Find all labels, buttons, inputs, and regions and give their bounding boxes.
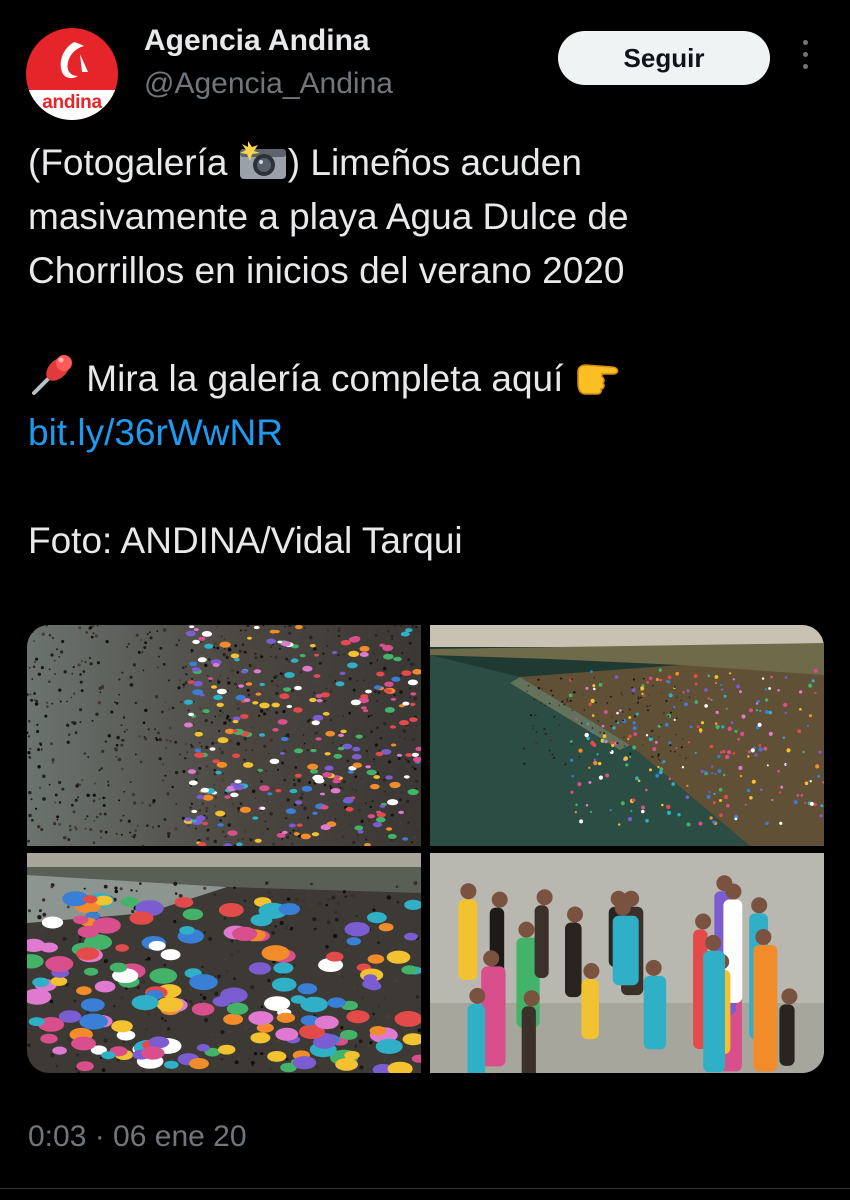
photo-umbrellas[interactable] xyxy=(27,853,421,1073)
pushpin-icon xyxy=(32,355,72,395)
photo-people-water[interactable] xyxy=(430,853,824,1073)
avatar-logo-text: andina xyxy=(42,92,102,113)
follow-button[interactable]: Seguir xyxy=(558,31,770,85)
tweet-line-3: Chorrillos en inicios del verano 2020 xyxy=(28,250,625,291)
tweet-line-1-prefix: (Fotogalería xyxy=(28,142,238,183)
tweet-line-1-suffix: ) Limeños acuden xyxy=(287,142,582,183)
tweet-timestamp[interactable]: 0:03 · 06 ene 20 xyxy=(28,1120,247,1154)
photo-beach-crowd[interactable] xyxy=(27,625,421,846)
avatar[interactable]: andina xyxy=(26,28,118,120)
tweet-line-4: Mira la galería completa aquí xyxy=(28,352,828,406)
coastline-beach-photo-icon xyxy=(430,625,824,846)
people-in-water-photo-icon xyxy=(430,853,824,1073)
display-name[interactable]: Agencia Andina xyxy=(144,24,370,58)
photo-credit: Foto: ANDINA/Vidal Tarqui xyxy=(28,520,463,561)
tweet-line-1: (Fotogalería ) Limeños acuden xyxy=(28,136,828,190)
camera-flash-icon xyxy=(239,141,286,179)
tweet-line-2: masivamente a playa Agua Dulce de xyxy=(28,196,629,237)
umbrellas-beach-photo-icon xyxy=(27,853,421,1073)
more-options-icon[interactable] xyxy=(795,40,815,76)
beach-crowd-photo-icon xyxy=(27,625,421,846)
tweet-line-4-text: Mira la galería completa aquí xyxy=(76,358,574,399)
pointing-hand-icon xyxy=(576,364,619,395)
photo-coastline[interactable] xyxy=(430,625,824,846)
tweet-header: andina Agencia Andina @Agencia_Andina Se… xyxy=(0,0,850,120)
media-grid xyxy=(27,625,824,1073)
tweet-blank-line-2 xyxy=(28,460,828,514)
account-handle[interactable]: @Agencia_Andina xyxy=(144,67,393,101)
gallery-link[interactable]: bit.ly/36rWwNR xyxy=(28,406,828,460)
divider xyxy=(0,1188,850,1189)
tweet-text: (Fotogalería ) Limeños acuden masivament… xyxy=(28,136,828,568)
andina-logo-icon xyxy=(60,42,88,79)
